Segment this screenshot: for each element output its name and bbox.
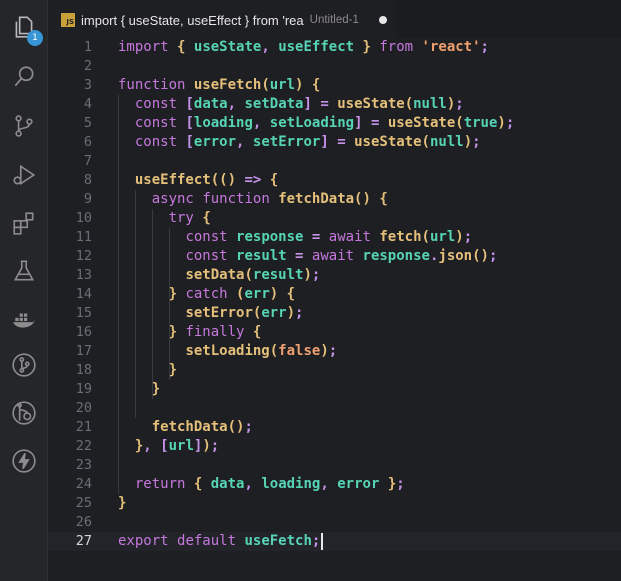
code-line[interactable]: 8 useEffect(() => {: [48, 171, 621, 190]
code-text[interactable]: const result = await response.json();: [118, 247, 497, 266]
activity-bar: 1: [0, 0, 48, 581]
indent-guide: [134, 190, 136, 418]
tab-bar: JS import { useState, useEffect } from '…: [48, 0, 621, 39]
line-number: 26: [75, 514, 92, 530]
code-line[interactable]: 5 const [loading, setLoading] = useState…: [48, 114, 621, 133]
line-number: 7: [83, 153, 92, 169]
indent-guide: [168, 228, 170, 380]
line-number: 4: [83, 96, 92, 112]
tab-title: import { useState, useEffect } from 'rea: [81, 12, 304, 28]
lightning-icon[interactable]: [9, 446, 38, 475]
docker-icon[interactable]: [9, 305, 38, 334]
code-text[interactable]: }, [url]);: [118, 437, 219, 456]
code-text[interactable]: setError(err);: [118, 304, 303, 323]
line-number: 24: [75, 476, 92, 492]
line-number: 14: [75, 286, 92, 302]
line-number: 21: [75, 419, 92, 435]
code-text[interactable]: }: [118, 380, 160, 399]
search-icon[interactable]: [9, 62, 38, 91]
line-number: 8: [83, 172, 92, 188]
code-line[interactable]: 22 }, [url]);: [48, 437, 621, 456]
code-text[interactable]: async function fetchData() {: [118, 190, 388, 209]
line-number: 20: [75, 400, 92, 416]
line-number: 5: [83, 115, 92, 131]
line-number: 18: [75, 362, 92, 378]
gitlens-icon[interactable]: [9, 398, 38, 427]
line-number: 17: [75, 343, 92, 359]
line-number: 13: [75, 267, 92, 283]
code-line[interactable]: 27 export default useFetch;: [48, 532, 621, 551]
git-graph-icon[interactable]: [9, 350, 38, 379]
code-text[interactable]: const [data, setData] = useState(null);: [118, 95, 464, 114]
code-line[interactable]: 6 const [error, setError] = useState(nul…: [48, 133, 621, 152]
code-line[interactable]: 4 const [data, setData] = useState(null)…: [48, 95, 621, 114]
line-number: 16: [75, 324, 92, 340]
code-line[interactable]: 26: [48, 513, 621, 532]
code-text[interactable]: import { useState, useEffect } from 'rea…: [118, 38, 489, 57]
code-line[interactable]: 2: [48, 57, 621, 76]
line-number: 6: [83, 134, 92, 150]
code-text[interactable]: const [error, setError] = useState(null)…: [118, 133, 481, 152]
code-text[interactable]: } catch (err) {: [118, 285, 296, 304]
js-file-icon: JS: [61, 13, 75, 27]
line-number: 23: [75, 457, 92, 473]
code-text[interactable]: try {: [118, 209, 211, 228]
line-number: 10: [75, 210, 92, 226]
code-text[interactable]: } finally {: [118, 323, 262, 342]
code-text[interactable]: return { data, loading, error };: [118, 475, 405, 494]
line-number: 15: [75, 305, 92, 321]
line-number: 22: [75, 438, 92, 454]
code-editor[interactable]: 1 import { useState, useEffect } from 're…: [48, 38, 621, 581]
code-line[interactable]: 23: [48, 456, 621, 475]
code-line[interactable]: 1 import { useState, useEffect } from 're…: [48, 38, 621, 57]
line-number: 9: [83, 191, 92, 207]
testing-icon[interactable]: [9, 256, 38, 285]
line-number: 19: [75, 381, 92, 397]
explorer-badge: 1: [27, 30, 43, 46]
code-text[interactable]: function useFetch(url) {: [118, 76, 320, 95]
code-text[interactable]: setData(result);: [118, 266, 320, 285]
text-cursor: [321, 532, 324, 550]
files-icon[interactable]: 1: [9, 12, 43, 46]
indent-guide: [118, 95, 119, 494]
code-line[interactable]: 21 fetchData();: [48, 418, 621, 437]
code-line[interactable]: 3 function useFetch(url) {: [48, 76, 621, 95]
line-number: 3: [83, 77, 92, 93]
line-number: 27: [75, 533, 92, 549]
line-number: 2: [83, 58, 92, 74]
unsaved-dot-icon[interactable]: [379, 16, 387, 24]
indent-guide: [151, 209, 153, 399]
tab-description: Untitled-1: [309, 14, 359, 26]
source-control-icon[interactable]: [9, 111, 38, 140]
code-line[interactable]: 25}: [48, 494, 621, 513]
line-number: 25: [75, 495, 92, 511]
extensions-icon[interactable]: [9, 208, 38, 237]
line-number: 11: [75, 229, 92, 245]
code-text[interactable]: fetchData();: [118, 418, 253, 437]
code-text[interactable]: export default useFetch;: [118, 532, 324, 551]
code-text[interactable]: const [loading, setLoading] = useState(t…: [118, 114, 514, 133]
line-number: 12: [75, 248, 92, 264]
code-text[interactable]: useEffect(() => {: [118, 171, 278, 190]
code-text[interactable]: }: [118, 494, 126, 513]
code-text[interactable]: const response = await fetch(url);: [118, 228, 472, 247]
run-debug-icon[interactable]: [9, 160, 38, 189]
line-number: 1: [83, 39, 92, 55]
code-line[interactable]: 24 return { data, loading, error };: [48, 475, 621, 494]
editor-tab[interactable]: JS import { useState, useEffect } from '…: [48, 0, 396, 39]
code-line[interactable]: 7: [48, 152, 621, 171]
